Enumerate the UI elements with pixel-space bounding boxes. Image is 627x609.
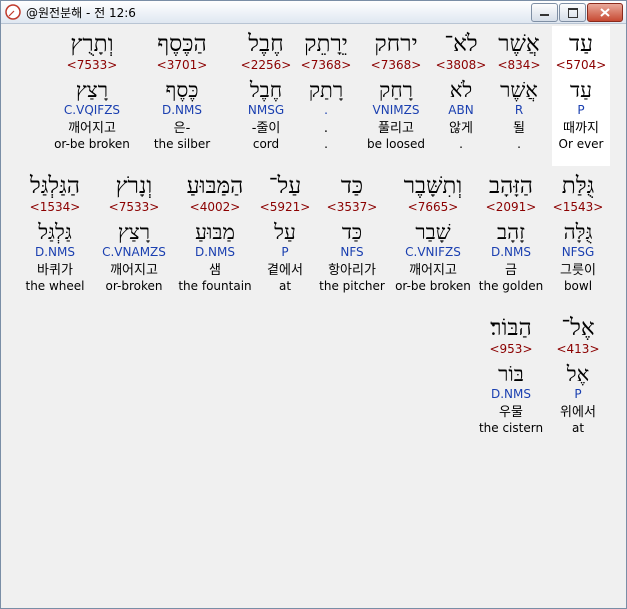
- word-strong: <2091>: [485, 200, 537, 214]
- word-morph: D.NMS: [34, 245, 75, 259]
- word-morph: C.VNIFZS: [405, 245, 461, 259]
- word-lemma: זָהָב: [496, 220, 526, 244]
- word-eng: the silber: [153, 137, 211, 151]
- word-cell[interactable]: וְתִשָּׁבֶר <7665> שָׁבַר C.VNIFZS 깨어지고 or-be…: [393, 172, 473, 294]
- app-compass-icon: [5, 4, 21, 20]
- maximize-button[interactable]: [559, 3, 586, 22]
- word-lemma: כֶּסֶף: [165, 78, 199, 102]
- word-kor: 금: [505, 263, 517, 278]
- word-cell[interactable]: הַבּוֹר׃ <953> בּוֹר D.NMS 우물 the cistern: [471, 314, 551, 436]
- word-strong: <953>: [489, 342, 533, 356]
- word-heb: עַל־: [268, 173, 302, 199]
- word-lemma: גַּלְגַּל: [38, 220, 72, 244]
- word-morph: D.NMS: [161, 103, 202, 117]
- word-cell[interactable]: הַמַּבּוּעַ <4002> מַבּוּעַ D.NMS 샘 the fount…: [175, 172, 255, 294]
- word-kor: 바퀴가: [37, 263, 73, 278]
- word-kor: 샘: [209, 263, 221, 278]
- word-heb: הַמַּבּוּעַ: [186, 173, 244, 199]
- app-window: @원전분해 - 전 12:6 עַד <5704> עַד P 때까지 Or ever אֲ…: [0, 0, 627, 609]
- word-morph: C.VNAMZS: [102, 245, 166, 259]
- word-strong: <5921>: [259, 200, 311, 214]
- word-strong: <7665>: [407, 200, 459, 214]
- word-cell[interactable]: הַכֶּסֶף <3701> כֶּסֶף D.NMS 은-the silber: [142, 30, 222, 152]
- word-kor: -줄이: [251, 121, 281, 136]
- close-icon: [600, 8, 610, 17]
- word-lemma: עַל: [274, 220, 296, 244]
- word-heb: ירחק: [374, 31, 418, 57]
- word-strong: <7533>: [66, 58, 118, 72]
- word-lemma: רָחַק: [379, 78, 413, 102]
- word-strong: <1534>: [29, 200, 81, 214]
- word-lemma: חֶבֶל: [249, 78, 283, 102]
- word-heb: הַגַּלְגַּל: [30, 173, 80, 199]
- word-eng: the wheel: [25, 279, 85, 293]
- word-heb: וְתָרֻץ: [70, 31, 114, 57]
- word-heb: הַכֶּסֶף: [157, 31, 207, 57]
- word-eng: or-broken: [105, 279, 163, 293]
- word-eng: or-be broken: [395, 279, 471, 293]
- word-heb: הַזָּהָב: [489, 173, 533, 199]
- word-strong: <7533>: [108, 200, 160, 214]
- interlinear-view[interactable]: עַד <5704> עַד P 때까지 Or ever אֲשֶׁר <834> אֲשֶׁר…: [1, 24, 626, 608]
- minimize-icon: [540, 14, 549, 16]
- word-morph: NMSG: [247, 103, 285, 117]
- word-lemma: רָצַץ: [75, 78, 109, 102]
- word-lemma: מַבּוּעַ: [195, 220, 235, 244]
- word-morph: VNIMZS: [372, 103, 420, 117]
- word-eng: the golden: [478, 279, 544, 293]
- word-strong: <2256>: [240, 58, 292, 72]
- word-cell[interactable]: וְתָרֻץ <7533> רָצַץ C.VQIFZS 깨어지고 or-be brok…: [52, 30, 132, 152]
- minimize-button[interactable]: [531, 3, 558, 22]
- word-heb: הַבּוֹר׃: [490, 315, 532, 341]
- window-title: @원전분해 - 전 12:6: [26, 6, 136, 20]
- word-kor: 곁에서: [267, 263, 303, 278]
- close-button[interactable]: [587, 3, 623, 22]
- word-kor: 우물: [499, 405, 523, 420]
- word-lemma: בּוֹר: [498, 362, 524, 386]
- word-eng: or-be broken: [54, 137, 130, 151]
- word-strong: <7368>: [370, 58, 422, 72]
- word-cell[interactable]: חֶבֶל <2256> חֶבֶל NMSG -줄이 cord: [226, 30, 306, 152]
- word-morph: P: [281, 245, 289, 259]
- word-kor: 풀리고: [378, 121, 414, 136]
- title-bar[interactable]: @원전분해 - 전 12:6: [1, 1, 626, 24]
- word-cell[interactable]: וְנָרֹץ <7533> רָצַץ C.VNAMZS 깨어지고 or-broken: [94, 172, 174, 294]
- word-morph: D.NMS: [194, 245, 235, 259]
- word-eng: be loosed: [366, 137, 426, 151]
- word-morph: C.VQIFZS: [63, 103, 121, 117]
- word-kor: 깨어지고: [110, 263, 158, 278]
- word-cell[interactable]: הַזָּהָב <2091> זָהָב D.NMS 금 the golden: [471, 172, 551, 294]
- word-kor: 은-: [173, 121, 191, 136]
- word-cell[interactable]: עַל־ <5921> עַל P 곁에서 at: [245, 172, 325, 294]
- word-eng: at: [278, 279, 292, 293]
- word-heb: וְתִשָּׁבֶר: [403, 173, 463, 199]
- maximize-icon: [568, 8, 578, 18]
- word-eng: cord: [252, 137, 280, 151]
- word-cell[interactable]: ירחק <7368> רָחַק VNIMZS 풀리고 be loosed: [356, 30, 436, 152]
- word-strong: <4002>: [189, 200, 241, 214]
- word-morph: D.NMS: [490, 387, 531, 401]
- word-kor: 깨어지고: [409, 263, 457, 278]
- word-heb: וְנָרֹץ: [115, 173, 153, 199]
- word-strong: <3701>: [156, 58, 208, 72]
- word-cell[interactable]: הַגַּלְגַּל <1534> גַּלְגַּל D.NMS 바퀴가 the wh…: [15, 172, 95, 294]
- word-eng: the fountain: [178, 279, 252, 293]
- word-heb: חֶבֶל: [248, 31, 284, 57]
- word-eng: the cistern: [478, 421, 544, 435]
- word-lemma: רָצַץ: [117, 220, 151, 244]
- word-lemma: שָׁבַר: [415, 220, 451, 244]
- word-kor: 깨어지고: [68, 121, 116, 136]
- word-morph: D.NMS: [490, 245, 531, 259]
